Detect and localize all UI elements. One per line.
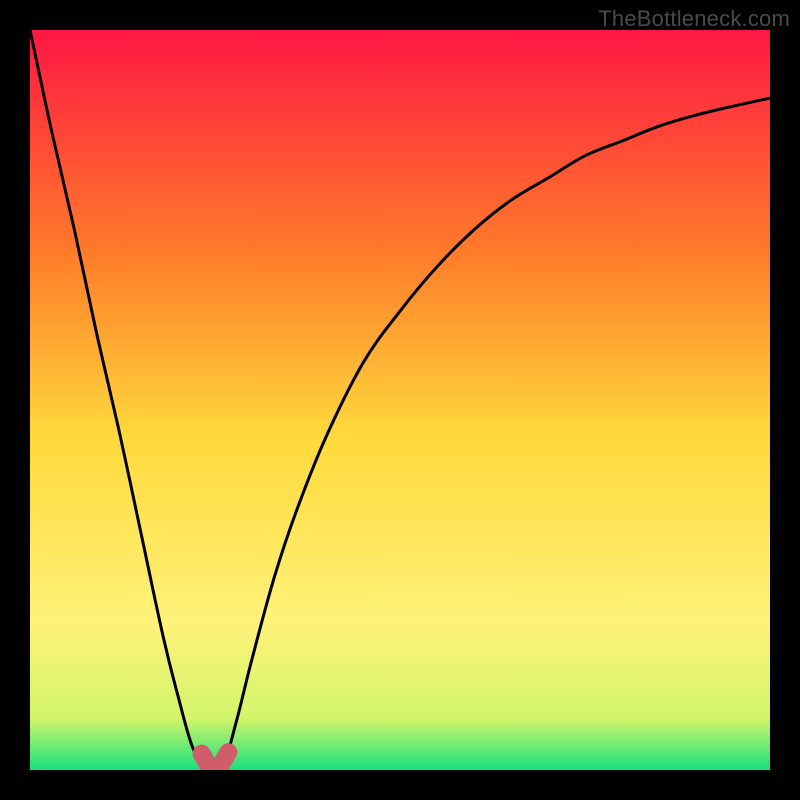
gradient-background xyxy=(30,30,770,770)
watermark-text: TheBottleneck.com xyxy=(598,6,790,32)
chart-frame: TheBottleneck.com xyxy=(0,0,800,800)
chart-plot-area xyxy=(30,30,770,770)
chart-svg xyxy=(30,30,770,770)
min-marker-dot xyxy=(219,743,237,761)
